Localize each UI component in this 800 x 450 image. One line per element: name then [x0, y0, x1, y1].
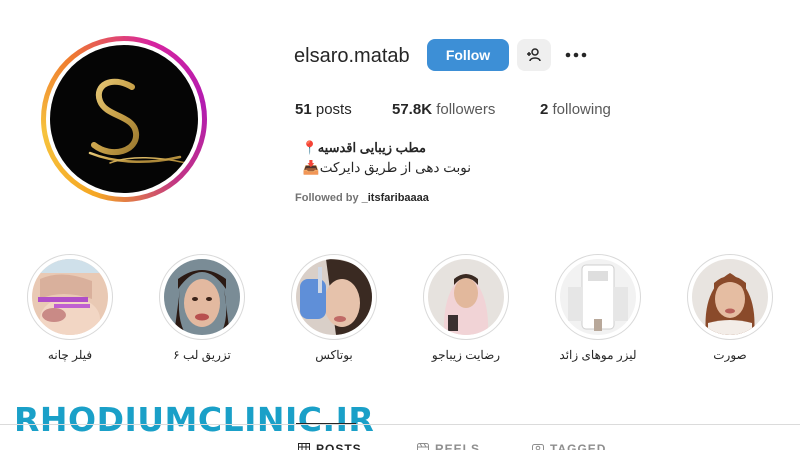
followers-link[interactable]: 57.8K followers	[392, 101, 495, 118]
highlight-item[interactable]: فیلر چانه	[27, 254, 113, 362]
highlight-item[interactable]: رضایت زیباجو	[423, 254, 509, 362]
reels-icon	[417, 443, 429, 450]
highlight-ring	[423, 254, 509, 340]
following-label: following	[552, 101, 611, 118]
follow-button[interactable]: Follow	[427, 39, 509, 71]
highlight-thumbnail	[428, 259, 504, 335]
posts-label: posts	[315, 101, 352, 118]
avatar-border	[46, 41, 202, 197]
tab-reels[interactable]: REELS	[417, 442, 480, 450]
profile-avatar[interactable]	[50, 45, 198, 193]
highlight-ring	[291, 254, 377, 340]
following-link[interactable]: 2 following	[540, 101, 611, 118]
highlight-ring	[27, 254, 113, 340]
highlight-label: صورت	[713, 348, 747, 362]
posts-number: 51	[295, 101, 312, 118]
bio-text: نوبت دهی از طریق دایرکت📥	[302, 160, 471, 175]
more-horizontal-icon	[565, 52, 587, 58]
grid-icon	[298, 443, 310, 450]
followers-label: followers	[436, 101, 496, 118]
posts-count: 51 posts	[295, 101, 352, 118]
es-logo	[88, 77, 187, 164]
tabs-divider	[0, 424, 800, 425]
highlight-ring	[555, 254, 641, 340]
highlight-ring	[687, 254, 773, 340]
highlight-thumbnail	[164, 259, 240, 335]
highlight-label: لیزر موهای زائد	[559, 348, 637, 362]
highlight-thumbnail	[560, 259, 636, 335]
tab-reels-label: REELS	[435, 442, 481, 450]
highlight-label: تزریق لب ۶	[173, 348, 231, 362]
tagged-icon	[532, 444, 544, 450]
followed-by-name: _itsfaribaaaa	[361, 192, 429, 204]
tab-posts[interactable]: POSTS	[298, 442, 362, 450]
tab-tagged[interactable]: TAGGED	[532, 442, 606, 450]
highlight-item[interactable]: بوتاکس	[291, 254, 377, 362]
suggest-accounts-button[interactable]	[517, 39, 551, 71]
highlight-item[interactable]: صورت	[687, 254, 773, 362]
highlight-thumbnail	[296, 259, 372, 335]
highlight-ring	[159, 254, 245, 340]
more-options-button[interactable]	[563, 42, 589, 68]
highlight-label: فیلر چانه	[47, 348, 93, 362]
watermark-text: RHODIUMCLINIC.IR	[14, 400, 375, 439]
tab-posts-label: POSTS	[316, 442, 362, 450]
tab-tagged-label: TAGGED	[550, 442, 607, 450]
profile-avatar-ring[interactable]	[41, 36, 207, 202]
highlight-item[interactable]: تزریق لب ۶	[159, 254, 245, 362]
person-add-icon	[527, 48, 541, 62]
followers-number: 57.8K	[392, 101, 433, 118]
following-number: 2	[540, 101, 549, 118]
highlight-thumbnail	[692, 259, 768, 335]
followed-by[interactable]: Followed by _itsfaribaaaa	[295, 192, 429, 204]
active-tab-indicator	[296, 423, 356, 424]
profile-username: elsaro.matab	[294, 45, 410, 67]
bio-name: مطب زیبایی اقدسیه📍	[301, 140, 426, 155]
highlight-label: بوتاکس	[315, 348, 353, 362]
highlight-label: رضایت زیباجو	[431, 348, 501, 362]
highlight-item[interactable]: لیزر موهای زائد	[555, 254, 641, 362]
highlight-thumbnail	[32, 259, 108, 335]
followed-by-label: Followed by	[295, 192, 359, 204]
